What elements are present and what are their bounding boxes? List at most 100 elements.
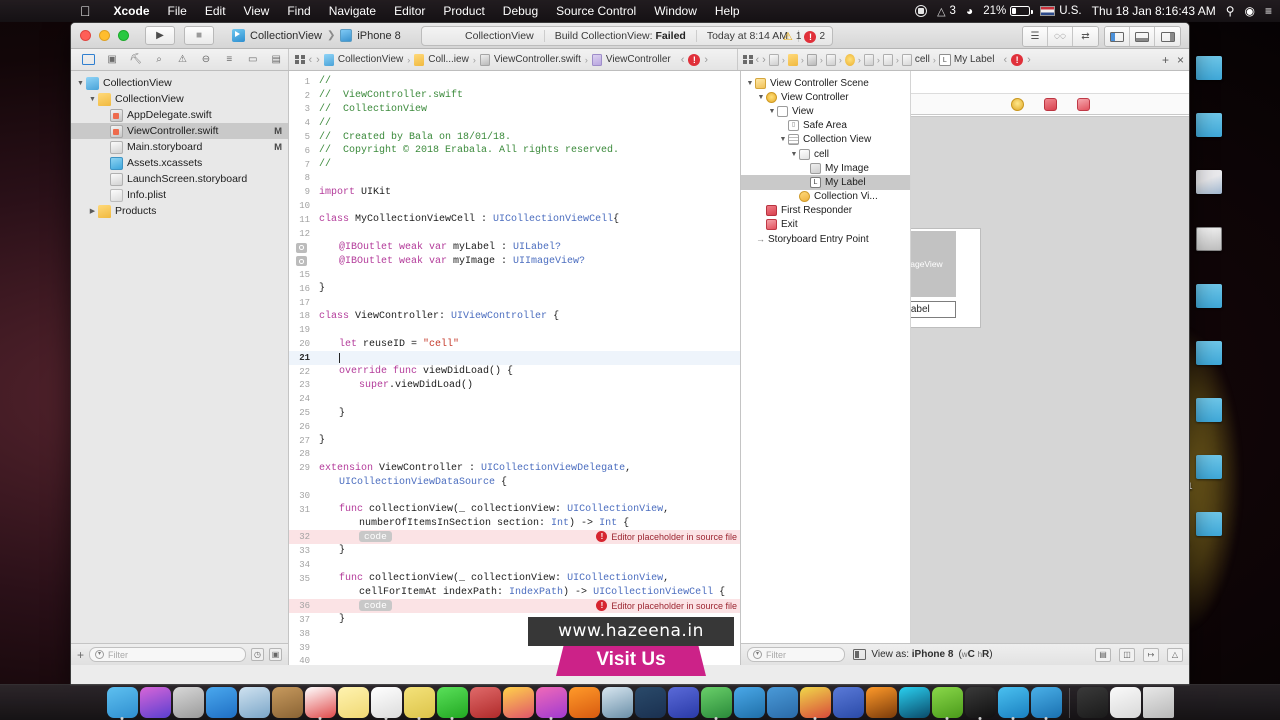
code-line[interactable]: 3 // CollectionView [289, 103, 740, 117]
notification-center-icon[interactable]: ≡ [1265, 4, 1272, 18]
view-controller-dock-icon[interactable] [1010, 97, 1024, 111]
collection-view-cell-preview[interactable]: UIImageView Label [911, 228, 981, 328]
menu-item-edit[interactable]: Edit [196, 4, 235, 18]
dock-chrome-icon[interactable] [799, 687, 831, 720]
project-file-tree[interactable]: ▼ CollectionView ▼ CollectionView AppDelegat… [71, 71, 288, 643]
filter-dropdown-icon[interactable]: ▾ [95, 650, 105, 659]
xcode-toolbar[interactable]: ▶ ■ CollectionView ❯ iPhone 8 Collection… [71, 23, 1189, 49]
navigator-and-jump-bars[interactable]: ▣ ⛏ ⌕ ⚠ ⊖ ≡ ▭ ▤ ‹ › CollectionView › Coll...iew › Vie… [71, 49, 1189, 71]
code-line[interactable]: 26 [289, 420, 740, 434]
desktop-icon[interactable]: ...ric [1166, 227, 1232, 284]
desktop-icon[interactable]: ...con [1166, 341, 1232, 398]
desktop-icon[interactable]: ...ih [1166, 170, 1232, 227]
next-issue-button[interactable]: › [1027, 54, 1031, 66]
desktop-icon[interactable]: ...Ups [1166, 512, 1232, 569]
code-line[interactable]: 10 [289, 199, 740, 213]
navigator-row-collectionview[interactable]: ▼ CollectionView [71, 75, 288, 91]
navigator-row-appdelegate-swift[interactable]: AppDelegate.swift [71, 107, 288, 123]
source-control-navigator-button[interactable]: ▣ [100, 51, 123, 69]
run-button[interactable]: ▶ [145, 26, 175, 45]
dock-photoshop-icon[interactable] [898, 687, 930, 718]
window-traffic-lights[interactable] [71, 30, 129, 41]
dock-trash-icon[interactable] [1142, 687, 1174, 718]
code-line[interactable]: 21 [289, 350, 740, 365]
code-line[interactable]: 19 [289, 323, 740, 337]
close-window-button[interactable] [80, 30, 91, 41]
code-line[interactable]: 35 func collectionView(_ collectionView: … [289, 572, 740, 586]
code-line[interactable]: 15 [289, 268, 740, 282]
navigator-filter-input[interactable]: ▾ Filter [89, 647, 246, 662]
dock-photos-icon[interactable] [502, 687, 534, 718]
project-navigator-button[interactable] [77, 51, 100, 69]
code-line[interactable]: 32 code! Editor placeholder in source file [289, 530, 740, 545]
code-line[interactable]: 12 [289, 227, 740, 241]
dock-files-folder-icon[interactable] [271, 687, 303, 718]
device-orientation-icon[interactable] [853, 649, 867, 660]
menu-item-product[interactable]: Product [434, 4, 493, 18]
code-line[interactable]: 25} [289, 406, 740, 420]
dock-vlc-icon[interactable] [568, 687, 600, 718]
dock-finder-icon[interactable] [106, 687, 138, 720]
dock-notes-icon[interactable] [337, 687, 369, 718]
code-line[interactable]: @IBOutlet weak var myLabel : UILabel? [289, 241, 740, 255]
related-items-icon[interactable] [295, 54, 305, 65]
outline-row-exit[interactable]: Exit [741, 218, 910, 232]
code-line[interactable]: 24 [289, 392, 740, 406]
filter-dropdown-icon[interactable]: ▾ [753, 650, 762, 659]
editor-jump-bar-primary[interactable]: ‹ › CollectionView › Coll...iew › ViewControll… [289, 49, 737, 70]
desktop-icon[interactable]: ...ges [1166, 398, 1232, 455]
jump-bar-segment-label[interactable]: CollectionView [338, 54, 403, 65]
resolve-issues-button[interactable]: △ [1167, 647, 1183, 662]
battery-status[interactable]: 21% [983, 5, 1033, 17]
pane-toggle-group[interactable] [1104, 26, 1181, 47]
issue-stepper[interactable]: ‹! › [681, 53, 708, 66]
symbol-navigator-button[interactable]: ⛏ [124, 51, 147, 69]
previous-issue-button[interactable]: ‹ [681, 54, 685, 66]
spotlight-search-icon[interactable]: ⚲ [1226, 4, 1235, 18]
error-circle-icon[interactable]: ! [1011, 53, 1024, 66]
menu-item-help[interactable]: Help [706, 4, 749, 18]
dock-terminal-icon[interactable] [964, 687, 996, 720]
zoom-window-button[interactable] [118, 30, 129, 41]
menu-item-find[interactable]: Find [278, 4, 319, 18]
jump-bar-segment-label[interactable]: cell [915, 54, 930, 65]
code-line[interactable]: 5 // Created by Bala on 18/01/18. [289, 130, 740, 144]
editor-placeholder-token[interactable]: code [359, 600, 392, 612]
storyboard-canvas[interactable]: UIImageView Label [911, 71, 1189, 643]
siri-icon[interactable]: ◉ [1245, 4, 1255, 18]
document-outline-pane[interactable]: ▼ View Controller Scene ▼ View Controller ▼ V… [741, 71, 911, 643]
desktop-icon[interactable]: ...ent [1166, 113, 1232, 170]
code-line[interactable]: 31 func collectionView(_ collectionView: … [289, 503, 740, 517]
code-line[interactable]: 6 // Copyright © 2018 Erabala. All rights… [289, 144, 740, 158]
dock-terminal-blue-icon[interactable] [733, 687, 765, 718]
scene-dock[interactable] [911, 93, 1189, 115]
editor-jump-bar-secondary[interactable]: ‹ › › › › › › › › cell › L My Label ‹! › + × [737, 49, 1189, 70]
back-assistant-button[interactable]: ‹ [756, 54, 760, 66]
code-line[interactable]: 8 [289, 172, 740, 186]
back-editor-button[interactable]: ‹ [309, 54, 313, 66]
editor-mode-group[interactable]: ☰ ◌◌ ⇄ [1022, 26, 1099, 47]
dock-photo-booth-icon[interactable] [469, 687, 501, 718]
outline-row-cell[interactable]: ▼ cell [741, 147, 910, 161]
input-source-indicator[interactable]: U.S. [1040, 5, 1082, 17]
dock-utorrent-icon[interactable] [931, 687, 963, 720]
navigator-row-products[interactable]: ▶ Products [71, 203, 288, 219]
menu-item-editor[interactable]: Editor [385, 4, 434, 18]
breakpoint-navigator-button[interactable]: ▭ [241, 51, 264, 69]
dock-preview-icon[interactable] [238, 687, 270, 718]
scheme-selector[interactable]: CollectionView ❯ iPhone 8 [226, 26, 407, 45]
close-editor-button[interactable]: × [1177, 53, 1184, 67]
assistant-editor-button[interactable]: ◌◌ [1048, 27, 1073, 46]
disclosure-triangle-icon[interactable]: ▼ [778, 136, 788, 143]
menu-item-window[interactable]: Window [645, 4, 706, 18]
code-line[interactable]: 33} [289, 544, 740, 558]
outline-row-my-image[interactable]: My Image [741, 161, 910, 175]
dock-calendar-icon[interactable] [304, 687, 336, 720]
menu-item-source-control[interactable]: Source Control [547, 4, 645, 18]
code-line[interactable]: 9 import UIKit [289, 185, 740, 199]
label-preview[interactable]: Label [911, 301, 956, 318]
embed-in-button[interactable]: ▤ [1095, 647, 1111, 662]
outline-row-view[interactable]: ▼ View [741, 104, 910, 118]
menubar-clock[interactable]: Thu 18 Jan 8:16:43 AM [1092, 4, 1216, 18]
menu-item-debug[interactable]: Debug [494, 4, 547, 18]
